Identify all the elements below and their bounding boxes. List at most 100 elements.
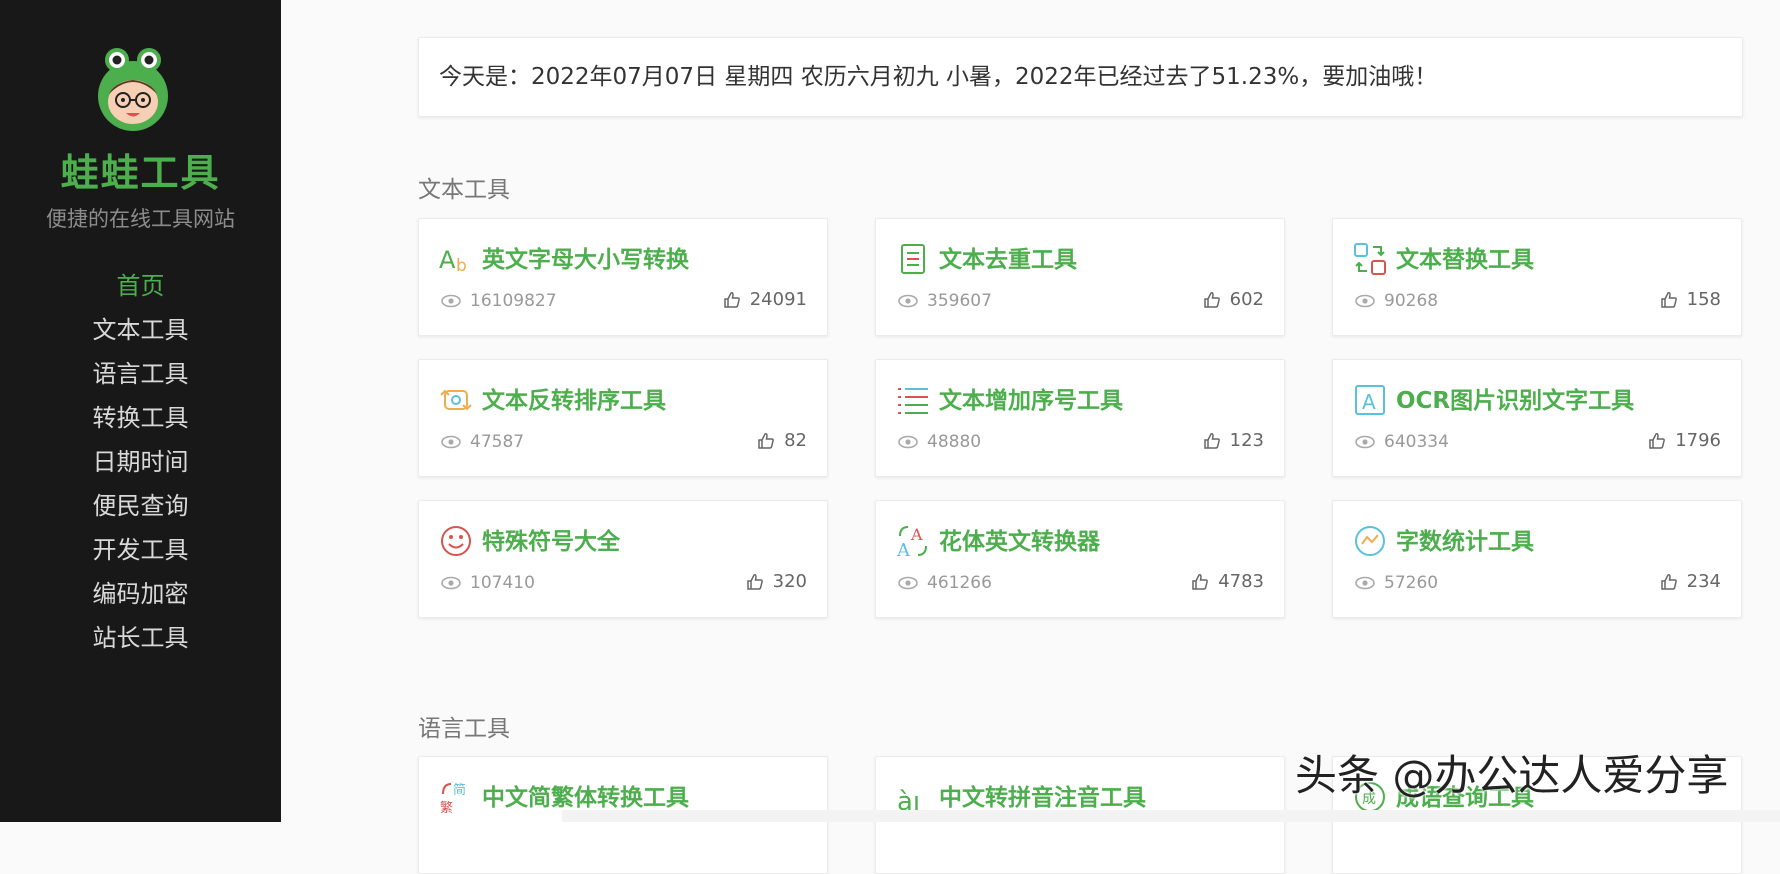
tool-title: 英文字母大小写转换 <box>482 247 689 273</box>
like-count[interactable]: 320 <box>746 571 807 592</box>
thumbs-up-icon[interactable] <box>1191 573 1209 591</box>
view-count: 461266 <box>898 573 992 593</box>
view-count: 47587 <box>441 432 524 452</box>
svg-text:A: A <box>910 525 923 544</box>
tool-card[interactable]: 文本替换工具 90268 158 <box>1332 218 1742 336</box>
like-count[interactable]: 234 <box>1660 571 1721 592</box>
eye-icon <box>898 294 918 308</box>
nav-item-convert-tools[interactable]: 转换工具 <box>0 396 281 440</box>
tool-title: 中文简繁体转换工具 <box>482 785 689 811</box>
main-content: 今天是：2022年07月07日 星期四 农历六月初九 小暑，2022年已经过去了… <box>281 0 1780 874</box>
tool-card[interactable]: AA 花体英文转换器 461266 4783 <box>875 500 1285 618</box>
numbered-list-icon <box>898 388 928 414</box>
view-count: 48880 <box>898 432 981 452</box>
tool-card[interactable]: 文本反转排序工具 47587 82 <box>418 359 828 477</box>
tool-title: 文本反转排序工具 <box>482 388 666 414</box>
view-count-value: 16109827 <box>470 291 557 311</box>
brand-title[interactable]: 蛙蛙工具 <box>0 142 281 197</box>
tool-title: 特殊符号大全 <box>482 529 620 555</box>
tool-title: 文本增加序号工具 <box>939 388 1123 414</box>
view-count: 16109827 <box>441 291 557 311</box>
svg-text:A: A <box>439 246 456 274</box>
thumbs-up-icon[interactable] <box>1648 432 1666 450</box>
eye-icon <box>441 576 461 590</box>
brand-subtitle: 便捷的在线工具网站 <box>46 207 235 231</box>
like-count[interactable]: 82 <box>757 430 807 451</box>
nav-item-text-tools[interactable]: 文本工具 <box>0 308 281 352</box>
nav-item-encoding[interactable]: 编码加密 <box>0 572 281 616</box>
svg-text:A: A <box>1362 390 1376 414</box>
like-count[interactable]: 4783 <box>1191 571 1264 592</box>
tool-card[interactable]: 文本增加序号工具 48880 123 <box>875 359 1285 477</box>
nav-item-public-query[interactable]: 便民查询 <box>0 484 281 528</box>
tool-card[interactable]: A OCR图片识别文字工具 640334 1796 <box>1332 359 1742 477</box>
sidebar: 蛙蛙工具 便捷的在线工具网站 首页 文本工具 语言工具 转换工具 日期时间 便民… <box>0 0 281 822</box>
eye-icon <box>1355 294 1375 308</box>
section-title-text-tools: 文本工具 <box>418 177 510 203</box>
tool-title: 字数统计工具 <box>1396 529 1534 555</box>
like-count-value: 320 <box>772 571 807 592</box>
view-count-value: 90268 <box>1384 291 1439 311</box>
like-count[interactable]: 158 <box>1660 289 1721 310</box>
like-count[interactable]: 123 <box>1203 430 1264 451</box>
like-count-value: 24091 <box>749 289 807 310</box>
like-count-value: 158 <box>1686 289 1721 310</box>
eye-icon <box>1355 435 1375 449</box>
tool-card[interactable]: 特殊符号大全 107410 320 <box>418 500 828 618</box>
eye-icon <box>898 435 918 449</box>
smiley-icon <box>441 526 471 556</box>
tool-card[interactable]: 文本去重工具 359607 602 <box>875 218 1285 336</box>
bottom-strip <box>562 810 1780 822</box>
pinyin-icon: àı <box>897 787 920 814</box>
view-count-value: 640334 <box>1384 432 1449 452</box>
svg-text:简: 简 <box>453 782 466 798</box>
tool-title: OCR图片识别文字工具 <box>1396 388 1635 414</box>
view-count-value: 107410 <box>470 573 535 593</box>
view-count: 90268 <box>1355 291 1438 311</box>
nav-item-home[interactable]: 首页 <box>0 264 281 308</box>
frog-logo-icon[interactable] <box>95 46 171 132</box>
view-count-value: 461266 <box>927 573 992 593</box>
thumbs-up-icon[interactable] <box>723 291 741 309</box>
like-count-value: 123 <box>1229 430 1264 451</box>
like-count[interactable]: 24091 <box>723 289 807 310</box>
section-title-language-tools: 语言工具 <box>418 716 510 742</box>
thumbs-up-icon[interactable] <box>1660 291 1678 309</box>
thumbs-up-icon[interactable] <box>1203 432 1221 450</box>
date-banner: 今天是：2022年07月07日 星期四 农历六月初九 小暑，2022年已经过去了… <box>418 37 1743 117</box>
like-count[interactable]: 602 <box>1203 289 1264 310</box>
nav-item-language-tools[interactable]: 语言工具 <box>0 352 281 396</box>
view-count: 107410 <box>441 573 535 593</box>
thumbs-up-icon[interactable] <box>1203 291 1221 309</box>
view-count: 57260 <box>1355 573 1438 593</box>
nav-item-dev-tools[interactable]: 开发工具 <box>0 528 281 572</box>
like-count[interactable]: 1796 <box>1648 430 1721 451</box>
nav-item-webmaster[interactable]: 站长工具 <box>0 616 281 660</box>
watermark-text: 头条 @办公达人爱分享 <box>1295 751 1729 800</box>
tool-title: 花体英文转换器 <box>939 529 1100 555</box>
like-count-value: 4783 <box>1218 571 1264 592</box>
replace-icon <box>1354 243 1386 275</box>
sidebar-nav: 首页 文本工具 语言工具 转换工具 日期时间 便民查询 开发工具 编码加密 站长… <box>0 264 281 660</box>
eye-icon <box>441 435 461 449</box>
thumbs-up-icon[interactable] <box>1660 573 1678 591</box>
thumbs-up-icon[interactable] <box>757 432 775 450</box>
tool-card[interactable]: Ab 英文字母大小写转换 16109827 24091 <box>418 218 828 336</box>
view-count: 640334 <box>1355 432 1449 452</box>
eye-icon <box>1355 576 1375 590</box>
view-count-value: 57260 <box>1384 573 1439 593</box>
thumbs-up-icon[interactable] <box>746 573 764 591</box>
fancy-font-icon: AA <box>896 525 927 558</box>
view-count-value: 48880 <box>927 432 982 452</box>
svg-text:A: A <box>896 540 911 558</box>
eye-icon <box>898 576 918 590</box>
simplified-traditional-icon: 简繁 <box>440 782 466 814</box>
tool-title: 文本替换工具 <box>1396 247 1534 273</box>
tool-title: 文本去重工具 <box>939 247 1077 273</box>
tool-card[interactable]: 字数统计工具 57260 234 <box>1332 500 1742 618</box>
svg-text:b: b <box>456 256 467 276</box>
view-count-value: 47587 <box>470 432 525 452</box>
reverse-icon <box>440 389 472 411</box>
tool-title: 中文转拼音注音工具 <box>939 785 1146 811</box>
nav-item-datetime[interactable]: 日期时间 <box>0 440 281 484</box>
